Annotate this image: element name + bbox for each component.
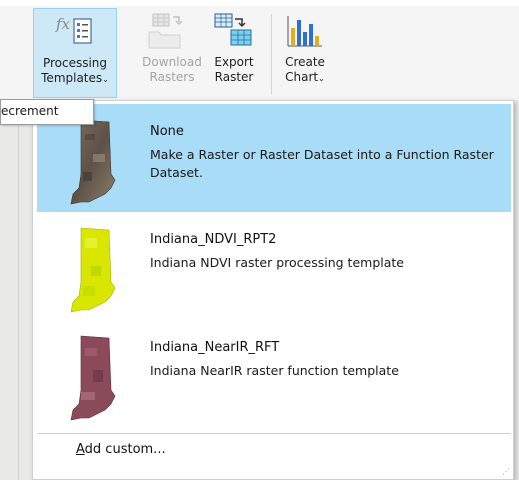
create-chart-label-2: Chart <box>285 70 319 84</box>
gallery-item-title: Indiana_NDVI_RPT2 <box>150 232 277 247</box>
download-rasters-label-2: Rasters <box>149 70 195 84</box>
gallery-item-title: None <box>150 124 184 139</box>
chevron-down-icon: ⌄ <box>102 75 109 84</box>
map-line <box>18 125 19 480</box>
gallery-item-none[interactable]: None Make a Raster or Raster Dataset int… <box>37 104 511 212</box>
gallery-item-indiana-nearir[interactable]: Indiana_NearIR_RFT Indiana NearIR raster… <box>37 320 511 428</box>
export-raster-label-2: Raster <box>214 70 254 84</box>
export-raster-icon <box>206 8 262 54</box>
gallery-item-indiana-ndvi[interactable]: Indiana_NDVI_RPT2 Indiana NDVI raster pr… <box>37 212 511 320</box>
gallery-divider <box>37 433 511 434</box>
add-custom-label: dd custom... <box>84 442 166 457</box>
tooltip: ecrement <box>0 99 94 125</box>
gallery-item-description: Make a Raster or Raster Dataset into a F… <box>150 147 494 180</box>
processing-templates-label-1: Processing <box>42 56 108 70</box>
download-rasters-button[interactable]: Download Rasters <box>138 8 206 98</box>
tooltip-text: ecrement <box>1 104 59 118</box>
add-custom-mnemonic: A <box>76 442 85 457</box>
create-chart-label-1: Create <box>285 55 325 69</box>
map-view-edge <box>514 100 519 480</box>
chevron-down-icon: ⌄ <box>318 74 325 83</box>
gallery-item-description: Indiana NearIR raster function template <box>150 363 399 378</box>
ribbon-top-edge <box>0 0 519 6</box>
gallery-item-description: Indiana NDVI raster processing template <box>150 255 404 270</box>
ribbon: fx Processing Templates⌄ Download Raster… <box>0 0 519 100</box>
processing-templates-button[interactable]: fx Processing Templates⌄ <box>33 8 117 98</box>
download-rasters-label-1: Download <box>142 55 202 69</box>
ndvi-raster-thumbnail-icon <box>59 222 131 318</box>
svg-text:fx: fx <box>55 15 71 33</box>
gallery-item-title: Indiana_NearIR_RFT <box>150 340 280 355</box>
nearir-raster-thumbnail-icon <box>59 330 131 426</box>
function-template-icon: fx <box>34 9 116 55</box>
bar-chart-icon <box>278 8 332 54</box>
resize-grip-icon[interactable]: ⋰ <box>502 467 510 476</box>
ribbon-separator <box>271 14 272 94</box>
export-raster-button[interactable]: Export Raster <box>206 8 262 98</box>
map-view-background <box>0 125 32 480</box>
processing-templates-label-2: Templates <box>41 71 103 85</box>
processing-templates-gallery: None Make a Raster or Raster Dataset int… <box>32 100 514 480</box>
add-custom-button[interactable]: Add custom... <box>76 442 166 457</box>
export-raster-label-1: Export <box>214 55 254 69</box>
download-rasters-icon <box>138 8 206 54</box>
raster-thumbnail-icon <box>59 114 131 210</box>
create-chart-button[interactable]: Create Chart⌄ <box>278 8 332 98</box>
